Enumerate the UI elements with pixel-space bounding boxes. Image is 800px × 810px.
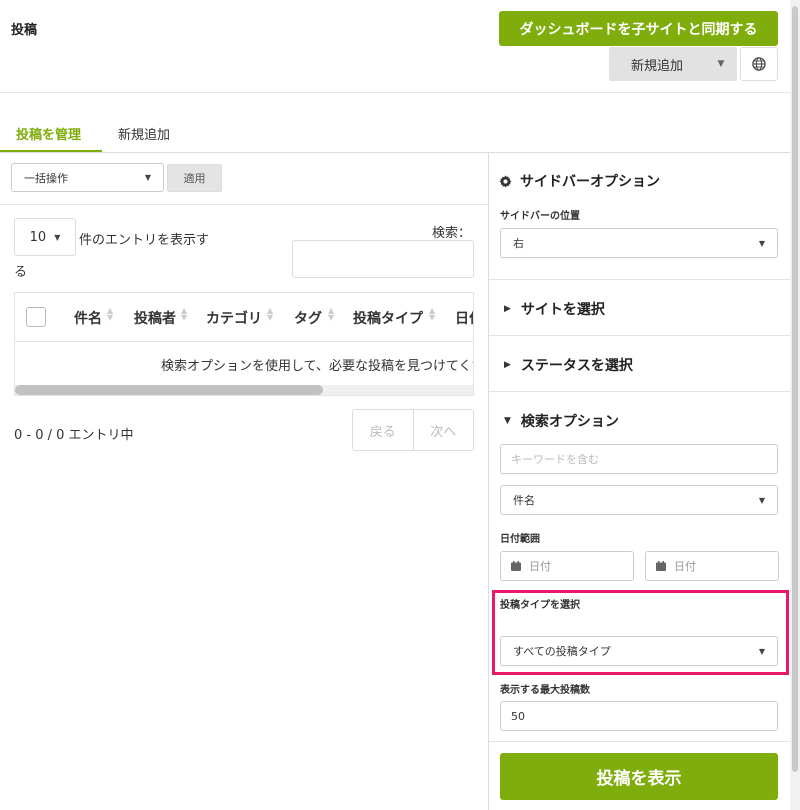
bulk-action-select[interactable]: 一括操作 ▼: [11, 163, 164, 192]
sidebar-divider: [489, 741, 790, 742]
search-field-select[interactable]: 件名 ▼: [500, 485, 778, 515]
language-button[interactable]: [740, 47, 778, 81]
sort-icon: ▲ ▼: [328, 306, 335, 322]
entries-length-text-wrap: る: [14, 265, 28, 280]
column-header-author[interactable]: 投稿者: [134, 308, 176, 328]
sort-icon: ▲ ▼: [267, 306, 274, 322]
max-posts-input[interactable]: 50: [500, 701, 778, 731]
chevron-down-icon: ▼: [758, 238, 765, 248]
entries-length-text: 件のエントリを表示す: [79, 233, 210, 248]
calendar-icon: [511, 561, 521, 571]
sidebar-options: サイドバーオプション サイドバーの位置 右 ▼ ▶ サイトを選択 ▶ ステータス…: [488, 153, 790, 810]
tab-manage-posts[interactable]: 投稿を管理: [16, 124, 81, 143]
keyword-input[interactable]: キーワードを含む: [500, 444, 778, 474]
column-header-tags[interactable]: タグ: [294, 308, 322, 328]
chevron-down-icon: ▼: [54, 232, 61, 242]
sidebar-title: サイドバーオプション: [499, 171, 660, 191]
sort-icon: ▲ ▼: [181, 306, 188, 322]
table-info: 0 - 0 / 0 エントリ中: [14, 428, 134, 443]
column-header-post-type[interactable]: 投稿タイプ: [353, 308, 423, 328]
bulk-divider: [0, 204, 488, 205]
tab-add-new[interactable]: 新規追加: [118, 124, 170, 143]
sync-dashboard-button[interactable]: ダッシュボードを子サイトと同期する: [499, 11, 778, 46]
table-header: 件名 ▲▼ 投稿者 ▲▼ カテゴリ ▲▼ タグ ▲▼ 投稿タイプ ▲▼ 日付: [15, 293, 473, 342]
select-site-section[interactable]: ▶ サイトを選択: [504, 299, 605, 319]
triangle-right-icon: ▶: [504, 360, 511, 370]
post-type-select[interactable]: すべての投稿タイプ ▼: [500, 636, 778, 666]
gear-icon: [499, 174, 512, 188]
sidebar-title-text: サイドバーオプション: [520, 174, 660, 190]
search-input[interactable]: [292, 240, 474, 278]
post-type-value: すべての投稿タイプ: [513, 645, 611, 658]
select-status-section[interactable]: ▶ ステータスを選択: [504, 355, 633, 375]
new-add-label: 新規追加: [630, 58, 683, 74]
sidebar-divider: [489, 279, 790, 280]
globe-icon: [752, 57, 766, 71]
chevron-down-icon: ▼: [758, 646, 765, 656]
search-field-value: 件名: [513, 494, 535, 507]
search-options-label: 検索オプション: [520, 414, 619, 430]
sidebar-divider: [489, 335, 790, 336]
table-scrollbar-thumb[interactable]: [15, 385, 323, 395]
search-options-section[interactable]: ▼ 検索オプション: [504, 411, 619, 431]
date-to-placeholder: 日付: [674, 560, 696, 573]
header-divider: [0, 92, 790, 93]
sidebar-position-select[interactable]: 右 ▼: [500, 228, 778, 258]
posts-table: 件名 ▲▼ 投稿者 ▲▼ カテゴリ ▲▼ タグ ▲▼ 投稿タイプ ▲▼ 日付 検…: [14, 292, 474, 396]
column-header-date[interactable]: 日付: [455, 308, 473, 328]
date-to-input[interactable]: 日付: [645, 551, 779, 581]
calendar-icon: [656, 561, 666, 571]
date-from-input[interactable]: 日付: [500, 551, 634, 581]
triangle-down-icon: ▼: [504, 416, 511, 426]
date-range-label: 日付範囲: [500, 534, 540, 545]
bulk-action-value: 一括操作: [24, 171, 68, 185]
pagination: 戻る 次へ: [352, 409, 474, 451]
post-type-label: 投稿タイプを選択: [500, 600, 580, 611]
table-empty-message: 検索オプションを使用して、必要な投稿を見つけてください: [161, 359, 473, 374]
sort-icon: ▲ ▼: [107, 306, 114, 322]
search-label: 検索：: [432, 226, 472, 241]
chevron-down-icon[interactable]: ▼: [705, 59, 737, 69]
max-posts-label: 表示する最大投稿数: [500, 685, 590, 696]
page-title: 投稿: [11, 23, 38, 38]
next-page-button[interactable]: 次へ: [412, 410, 474, 450]
select-all-checkbox[interactable]: [26, 307, 46, 327]
triangle-right-icon: ▶: [504, 304, 511, 314]
column-header-category[interactable]: カテゴリ: [206, 308, 262, 328]
entries-length-value: 10: [29, 229, 47, 245]
new-add-dropdown-button[interactable]: 新規追加 ▼: [609, 47, 737, 81]
select-site-label: サイトを選択: [520, 302, 605, 318]
sidebar-divider: [489, 391, 790, 392]
column-header-title[interactable]: 件名: [74, 308, 102, 328]
page-scrollbar-thumb[interactable]: [792, 6, 798, 772]
select-status-label: ステータスを選択: [520, 358, 633, 374]
entries-length-select[interactable]: 10 ▼: [14, 218, 76, 256]
sidebar-position-value: 右: [513, 237, 524, 250]
chevron-down-icon: ▼: [144, 173, 151, 182]
chevron-down-icon: ▼: [758, 495, 765, 505]
apply-button[interactable]: 適用: [167, 164, 222, 192]
sidebar-position-label: サイドバーの位置: [500, 211, 580, 222]
show-posts-button[interactable]: 投稿を表示: [500, 753, 778, 800]
sort-icon: ▲ ▼: [429, 306, 436, 322]
date-from-placeholder: 日付: [529, 560, 551, 573]
prev-page-button[interactable]: 戻る: [353, 410, 413, 450]
